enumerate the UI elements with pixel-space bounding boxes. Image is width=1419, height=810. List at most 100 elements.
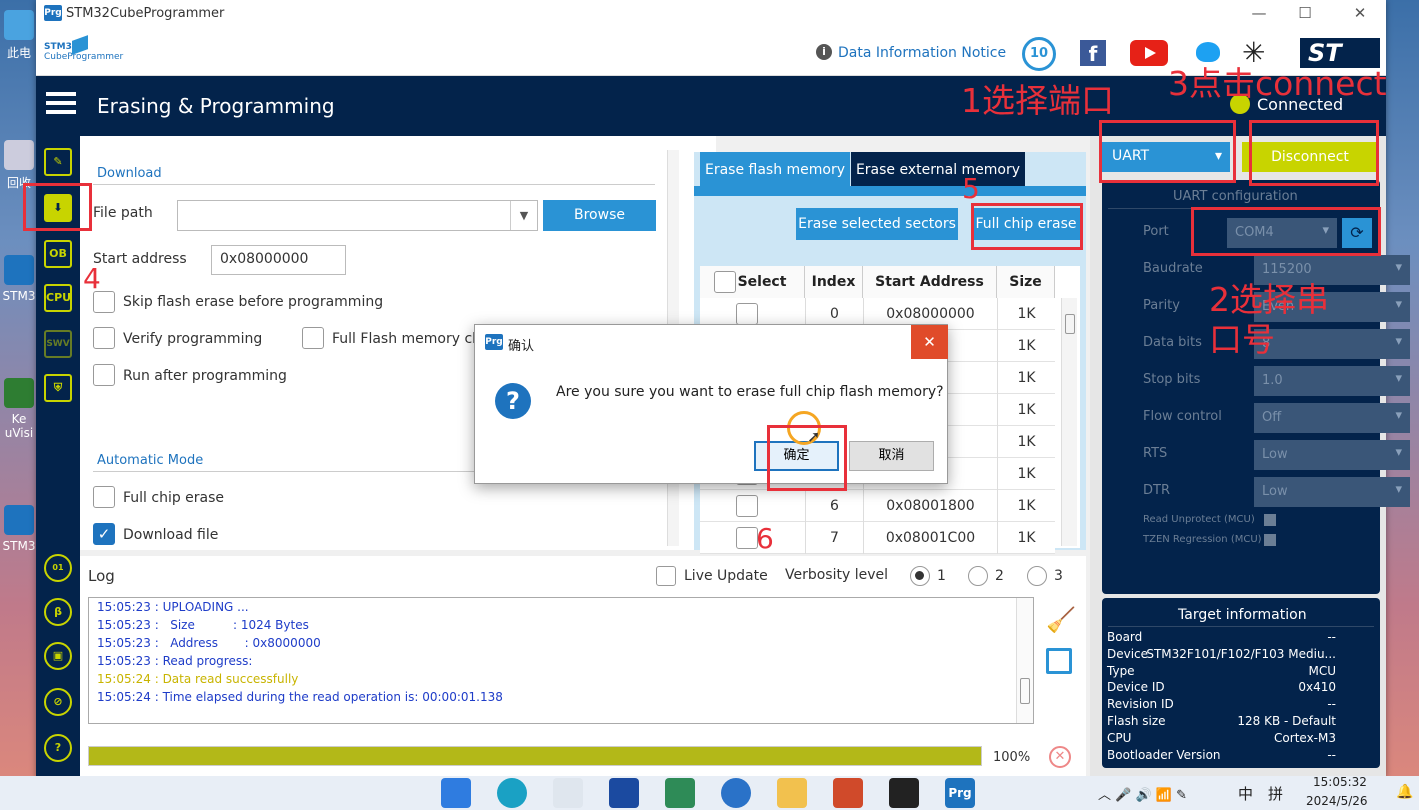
sidebar-item-cpu[interactable]: CPU [44,284,72,312]
verify-checkbox[interactable] [93,327,115,349]
desktop-icon-keil[interactable]: Ke uVisi [0,378,38,440]
save-log-icon[interactable] [1046,648,1072,674]
target-info-label: Device ID [1107,680,1165,695]
log-line: 15:05:23 : UPLOADING ... [97,600,249,614]
sidebar-item-swv[interactable]: SWV [44,330,72,358]
download-file-checkbox[interactable]: ✓ [93,523,115,545]
run-after-checkbox[interactable] [93,364,115,386]
file-path-input[interactable] [177,200,538,231]
desktop-icon-label: STM3 [2,539,36,553]
log-title: Log [88,567,115,585]
ime-pinyin[interactable]: 拼 [1268,783,1283,804]
live-update-checkbox[interactable] [656,566,676,586]
dialog-cancel-button[interactable]: 取消 [849,441,934,471]
app-icon-1[interactable] [553,778,583,808]
divider [1108,626,1374,627]
verbosity-radio-3[interactable] [1027,566,1047,586]
row-size: 1K [997,362,1055,394]
minimize-button[interactable]: — [1249,4,1269,22]
annotation-box-connect [1249,120,1379,186]
maximize-button[interactable]: ☐ [1295,4,1315,22]
auto-full-chip-checkbox[interactable] [93,486,115,508]
tab-erase-external[interactable]: Erase external memory [851,152,1025,188]
tzen-label: TZEN Regression (MCU) [1143,534,1262,545]
select-all-checkbox[interactable] [714,271,736,293]
config-label: Baudrate [1143,261,1203,276]
app-icon-3[interactable] [665,778,695,808]
config-select[interactable]: Low [1254,477,1410,507]
start-address-input[interactable]: 0x08000000 [211,245,346,275]
desktop-icon-label: Ke uVisi [4,412,34,440]
annotation-box-ok [767,425,847,491]
progress-bar [88,746,982,766]
app-icon-4[interactable] [721,778,751,808]
config-select[interactable]: Off [1254,403,1410,433]
facebook-icon[interactable]: f [1080,40,1106,66]
sidebar-item-help[interactable]: ? [44,734,72,762]
run-after-label: Run after programming [123,368,287,384]
tab-erase-flash[interactable]: Erase flash memory [700,152,850,188]
close-button[interactable]: ✕ [1350,4,1370,22]
row-checkbox[interactable] [736,527,758,549]
tzen-checkbox[interactable] [1264,534,1276,546]
start-icon[interactable] [441,778,471,808]
clock-date[interactable]: 2024/5/26 [1306,794,1368,808]
clock-time[interactable]: 15:05:32 [1313,775,1367,789]
desktop-icon-label: STM3 [2,289,36,303]
window-title: STM32CubeProgrammer [66,6,225,21]
log-line: 15:05:23 : Address : 0x8000000 [97,636,321,650]
table-row[interactable]: 7 0x08001C00 1K [700,522,1055,554]
notification-icon[interactable]: 🔔 [1396,784,1413,800]
read-unprotect-checkbox[interactable] [1264,514,1276,526]
menu-icon[interactable] [46,92,76,96]
table-scrollbar[interactable] [1061,298,1077,546]
browse-button[interactable]: Browse [543,200,656,231]
app-icon-2[interactable] [609,778,639,808]
table-row[interactable]: 6 0x08001800 1K [700,490,1055,522]
page-title: Erasing & Programming [97,94,335,118]
row-size: 1K [997,426,1055,458]
camera-icon[interactable] [889,778,919,808]
sidebar-item-plugin[interactable]: ⊘ [44,688,72,716]
tray-icons[interactable]: ︿ 🎤 🔊 📶 ✎ [1098,784,1187,803]
config-select[interactable]: Low [1254,440,1410,470]
row-size: 1K [997,394,1055,426]
stm32-programmer-taskbar-icon[interactable]: Prg [945,778,975,808]
sidebar-item-binary[interactable]: 01 [44,554,72,582]
dialog-close-button[interactable]: ✕ [911,325,948,359]
desktop-icon-stm32[interactable]: STM3 [0,255,38,303]
sidebar-item-memory-edit[interactable]: ✎ [44,148,72,176]
powerpoint-icon[interactable] [833,778,863,808]
annotation-box-port-select [1099,120,1236,183]
pencil-icon: ✎ [53,155,63,168]
sidebar-item-security[interactable]: ⛨ [44,374,72,402]
cancel-progress-icon[interactable]: ✕ [1049,746,1071,768]
desktop-icon-prg[interactable]: STM3 [0,505,38,553]
sidebar-item-chip[interactable]: ▣ [44,642,72,670]
log-scrollbar[interactable] [1016,598,1033,723]
clear-log-icon[interactable]: 🧹 [1046,606,1076,634]
annotation-box-sidebar [23,183,92,231]
dialog-title: 确认 [508,339,535,354]
chevron-down-icon[interactable]: ▼ [510,201,537,230]
erase-selected-button[interactable]: Erase selected sectors [796,208,958,240]
desktop-icon-pc[interactable]: 此电 [0,10,38,61]
binary-icon: 01 [52,563,64,572]
folder-icon[interactable] [777,778,807,808]
sidebar-item-ob[interactable]: OB [44,240,72,268]
row-start-address: 0x08001C00 [863,522,997,554]
verbosity-radio-1[interactable] [910,566,930,586]
full-flash-check-checkbox[interactable] [302,327,324,349]
edge-icon[interactable] [497,778,527,808]
verify-label: Verify programming [123,331,263,347]
desktop-icon-label: 此电 [6,46,31,60]
row-checkbox[interactable] [736,495,758,517]
data-information-notice-link[interactable]: Data Information Notice [838,45,1006,61]
ime-mode[interactable]: 中 [1238,783,1253,804]
verbosity-radio-2[interactable] [968,566,988,586]
sidebar-item-beta[interactable]: β [44,598,72,626]
progress-text: 100% [993,750,1031,765]
youtube-icon[interactable] [1130,40,1168,66]
row-checkbox[interactable] [736,303,758,325]
config-select[interactable]: 1.0 [1254,366,1410,396]
